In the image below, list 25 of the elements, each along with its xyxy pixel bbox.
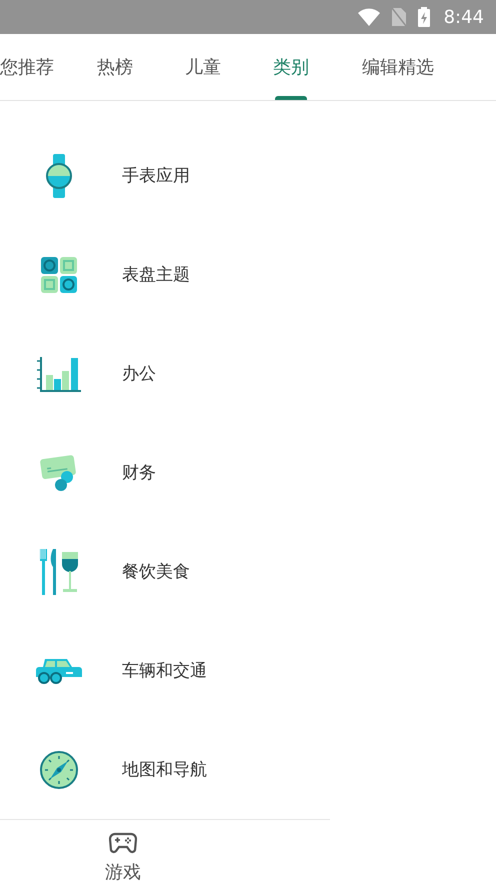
bar-chart-icon [37,354,81,392]
wifi-icon [358,8,380,26]
category-item[interactable]: 地图和导航 [0,720,496,819]
category-item[interactable]: 车辆和交通 [0,621,496,720]
tab[interactable]: 儿童 [185,34,221,100]
category-item[interactable]: 手表应用 [0,126,496,225]
tab[interactable]: 您推荐 [0,34,54,100]
car-icon [36,656,82,684]
category-item[interactable]: 财务 [0,423,496,522]
tiles-icon [40,256,78,294]
games-nav-item[interactable]: 游戏 [0,820,246,882]
tab[interactable]: 类别 [273,34,309,100]
card-coins-icon [39,452,79,492]
compass-icon [39,750,79,790]
cutlery-glass-icon [37,548,81,594]
watch-icon [45,154,73,198]
no-sim-icon [392,8,406,26]
tab[interactable]: 热榜 [97,34,133,100]
category-item[interactable]: 表盘主题 [0,225,496,324]
category-item[interactable]: 办公 [0,324,496,423]
status-time: 8:44 [444,6,484,28]
tab[interactable]: 编辑精选 [362,34,434,100]
category-item[interactable]: 餐饮美食 [0,522,496,621]
battery-icon [418,7,430,27]
gamepad-icon [109,832,137,854]
